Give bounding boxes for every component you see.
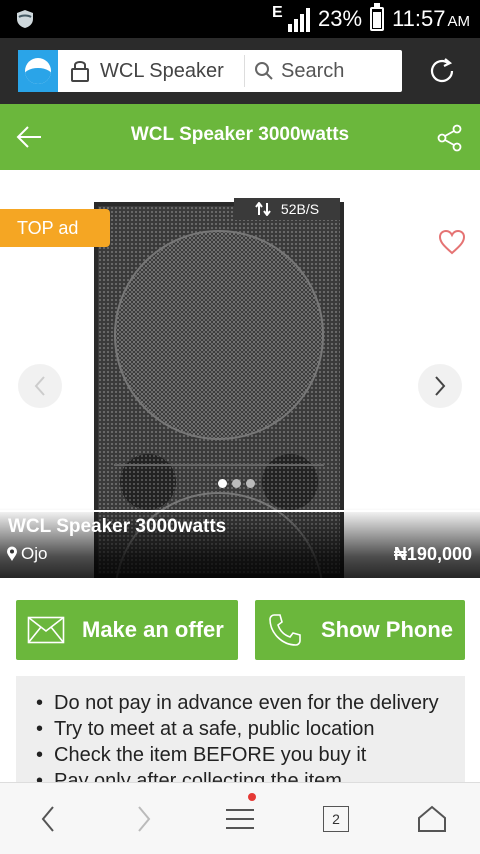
heart-icon — [438, 229, 466, 255]
transfer-icon — [255, 202, 271, 216]
address-bar[interactable]: WCL Speaker Search — [18, 50, 402, 92]
url-divider — [244, 55, 245, 87]
safety-tips: Do not pay in advance even for the deliv… — [16, 676, 465, 796]
listing-price: ₦190,000 — [393, 544, 472, 564]
pager-dot — [218, 479, 227, 488]
chevron-right-icon — [435, 376, 446, 396]
show-phone-button[interactable]: Show Phone — [255, 600, 465, 660]
chevron-left-icon — [34, 376, 45, 396]
pager-dot — [232, 479, 241, 488]
listing-title: WCL Speaker 3000watts — [8, 516, 227, 537]
network-speed-value: 52B/S — [280, 201, 320, 217]
menu-icon[interactable] — [220, 793, 260, 837]
make-offer-label: Make an offer — [82, 617, 224, 642]
page-title: WCL Speaker 3000watts — [130, 124, 350, 145]
back-icon[interactable] — [28, 801, 68, 837]
listing-location: Ojo — [6, 544, 47, 564]
network-speed-overlay: 52B/S — [234, 198, 340, 220]
browser-toolbar: WCL Speaker Search — [0, 38, 480, 104]
previous-image-button[interactable] — [18, 364, 62, 408]
url-text[interactable]: WCL Speaker — [100, 60, 236, 83]
signal-icon: E — [272, 4, 311, 32]
notification-dot — [248, 793, 256, 801]
clock: 11:57 AM — [392, 6, 470, 31]
browser-bottom-nav: 2 — [0, 782, 480, 854]
tab-count: 2 — [323, 806, 349, 832]
status-bar: E 23% 11:57 AM — [0, 0, 480, 38]
browser-logo-icon[interactable] — [18, 50, 58, 92]
forward-icon[interactable] — [124, 801, 164, 837]
refresh-icon[interactable] — [426, 55, 458, 87]
image-gallery[interactable]: 52B/S TOP ad WCL Speaker 3000watts Ojo ₦… — [0, 170, 480, 578]
favorite-button[interactable] — [431, 222, 473, 262]
home-icon[interactable] — [412, 801, 452, 837]
lock-icon — [64, 50, 96, 92]
show-phone-label: Show Phone — [321, 617, 453, 642]
search-label[interactable]: Search — [281, 60, 344, 83]
location-text: Ojo — [21, 544, 48, 563]
app-header: WCL Speaker 3000watts — [0, 104, 480, 170]
tip-item: Try to meet at a safe, public location — [36, 716, 445, 742]
search-icon[interactable] — [253, 60, 275, 82]
battery-percent: 23% — [318, 6, 363, 31]
image-pager-dots — [218, 479, 255, 488]
listing-caption: WCL Speaker 3000watts Ojo ₦190,000 — [0, 508, 480, 578]
pager-dot — [246, 479, 255, 488]
envelope-icon — [24, 608, 68, 652]
tabs-icon[interactable]: 2 — [316, 801, 356, 837]
tip-item: Do not pay in advance even for the deliv… — [36, 690, 445, 716]
location-pin-icon — [7, 546, 17, 561]
phone-icon — [263, 608, 307, 652]
tip-item: Check the item BEFORE you buy it — [36, 742, 445, 768]
make-offer-button[interactable]: Make an offer — [16, 600, 238, 660]
top-ad-badge: TOP ad — [0, 209, 110, 247]
battery-icon — [370, 3, 385, 31]
share-icon[interactable] — [436, 124, 464, 152]
next-image-button[interactable] — [418, 364, 462, 408]
shield-icon — [17, 10, 33, 28]
network-type: E — [272, 4, 283, 21]
